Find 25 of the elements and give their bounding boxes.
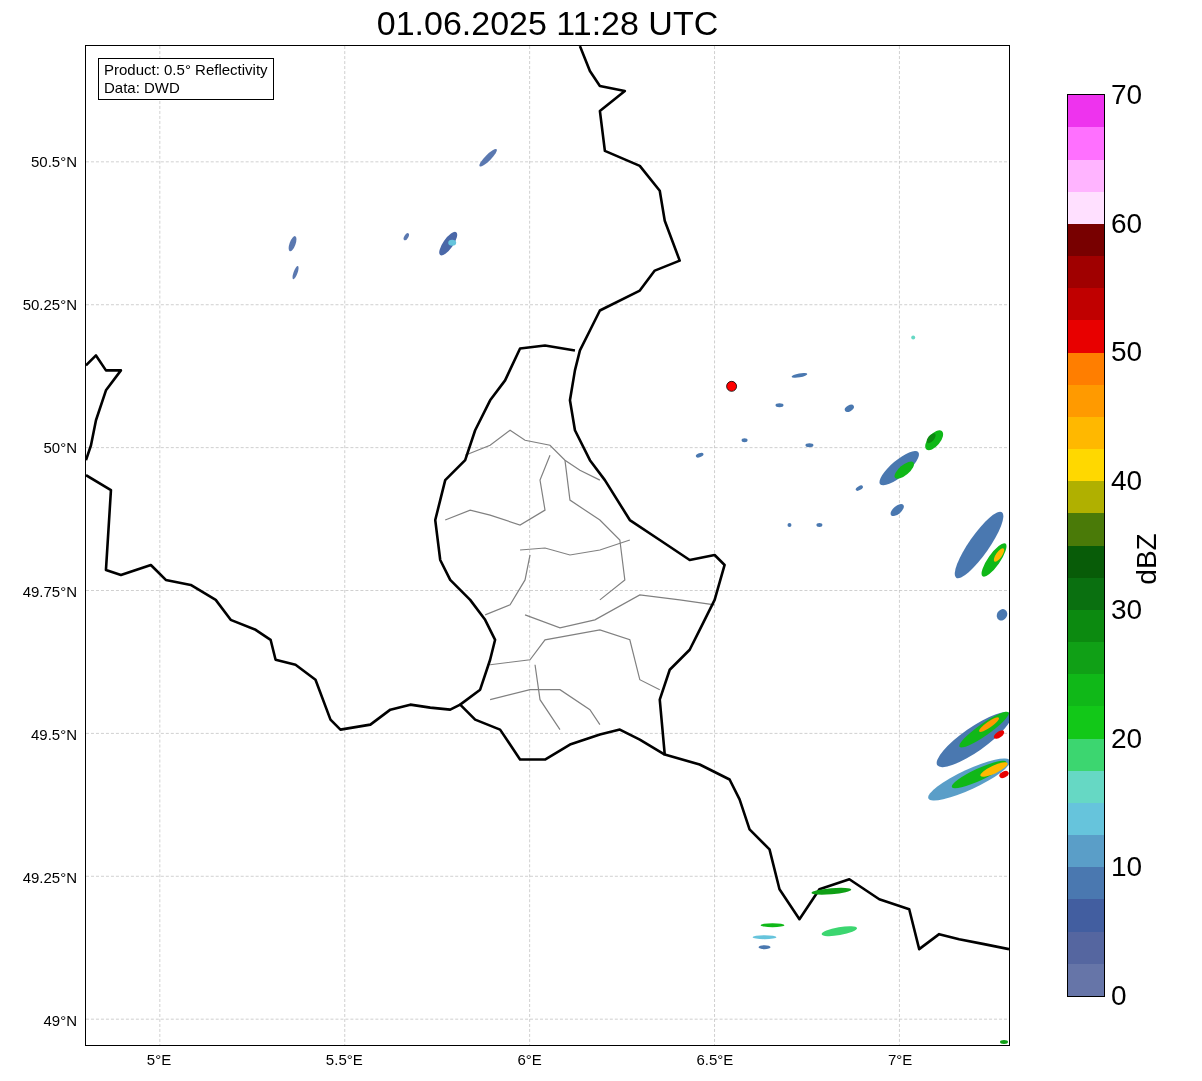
colorbar-tick-label: 60 — [1111, 209, 1143, 238]
latitude-label: 50.5°N — [30, 153, 77, 169]
legend-text: Product: 0.5° Reflectivity — [104, 61, 268, 79]
latitude-label: 50°N — [43, 439, 77, 455]
chart-title: 01.06.2025 11:28 UTC — [376, 5, 719, 40]
colorbar-tick-label: 0 — [1111, 982, 1127, 1010]
colorbar-tick-label: 70 — [1111, 81, 1143, 109]
colorbar-tick-label: 10 — [1111, 853, 1143, 882]
colorbar-tick-label: 30 — [1111, 595, 1143, 624]
latitude-label: 49.75°N — [22, 583, 77, 599]
latitude-label: 49.25°N — [22, 869, 77, 885]
radar-site-marker — [726, 380, 737, 392]
colorbar-tick-label: 50 — [1111, 338, 1143, 367]
longitude-label: 6.5°E — [696, 1052, 734, 1067]
colorbar-tick-label: 20 — [1111, 724, 1143, 753]
colorbar-axis-label: dBZ — [1132, 533, 1161, 585]
latitude-label: 49°N — [43, 1012, 77, 1028]
latitude-label: 50.25°N — [22, 296, 77, 312]
latitude-label: 49.5°N — [30, 726, 77, 742]
colorbar-tick-label: 40 — [1111, 467, 1143, 496]
longitude-label: 5.5°E — [325, 1052, 363, 1067]
legend-text: Data: DWD — [104, 79, 181, 97]
longitude-label: 7°E — [888, 1052, 913, 1067]
longitude-label: 5°E — [146, 1052, 172, 1067]
longitude-label: 6°E — [517, 1052, 542, 1067]
